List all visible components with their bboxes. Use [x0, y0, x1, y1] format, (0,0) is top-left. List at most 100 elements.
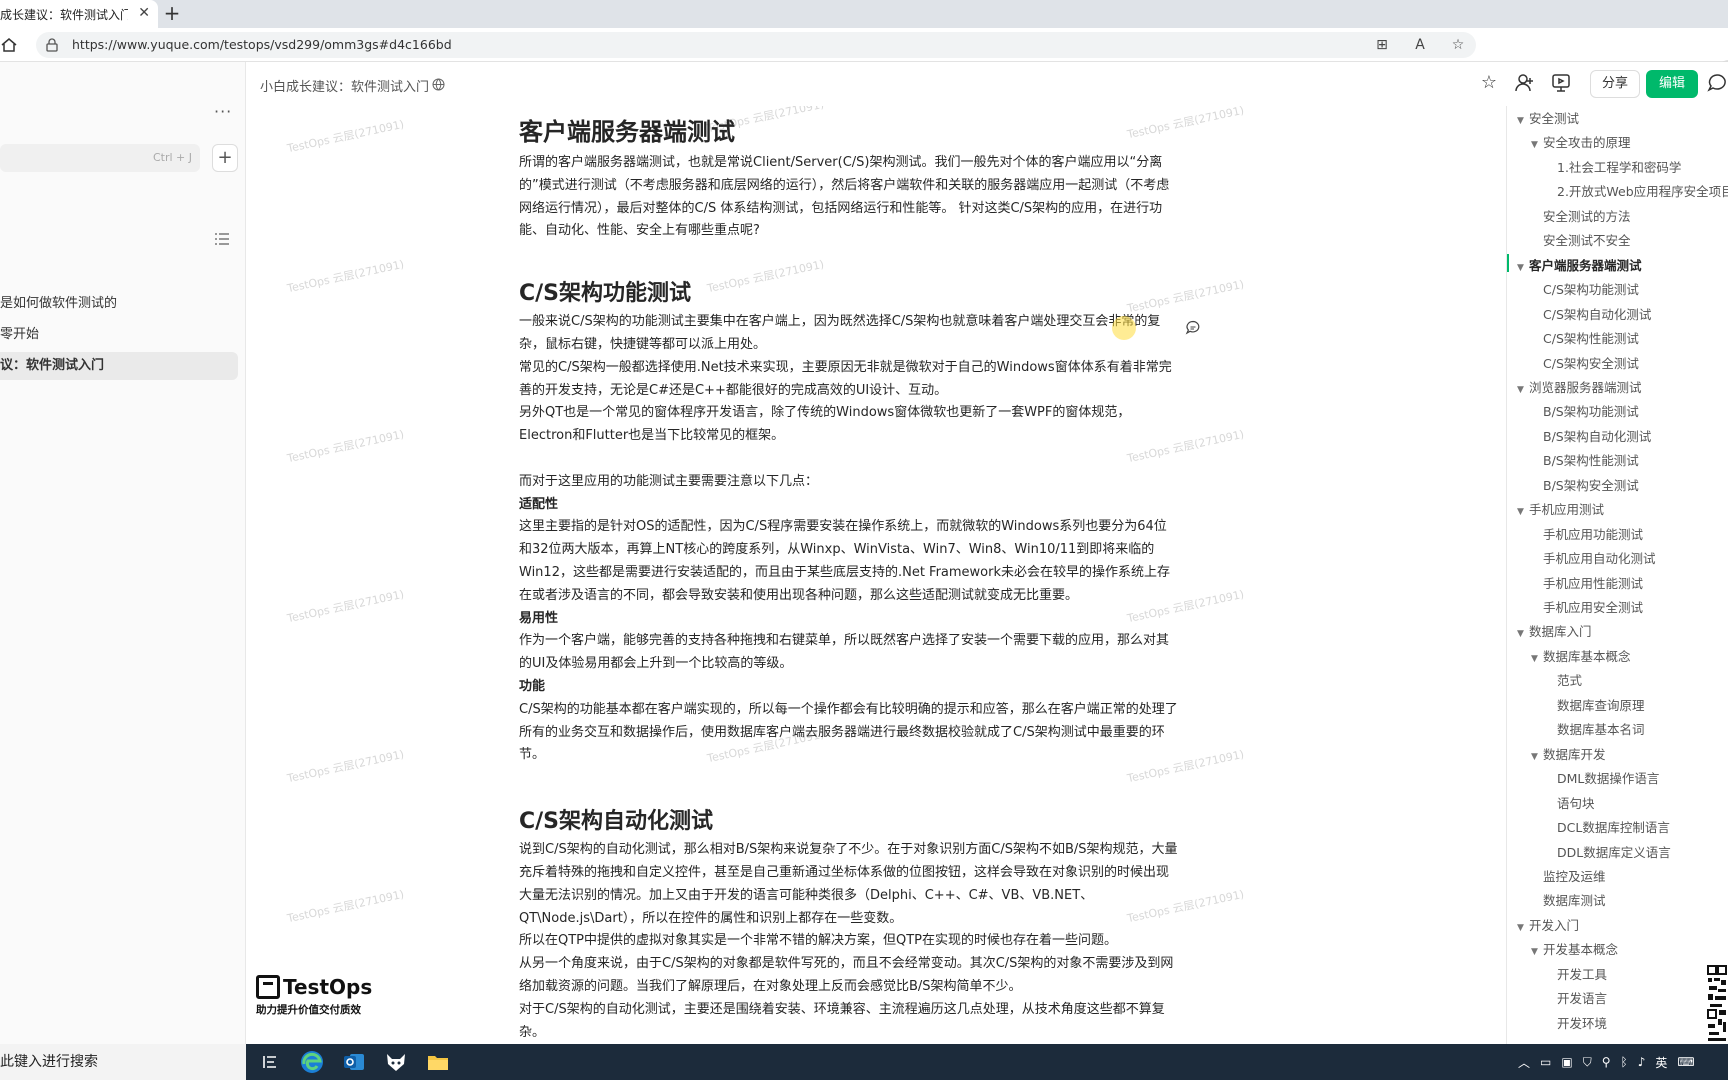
caret-down-icon[interactable]: ▼	[1517, 503, 1529, 521]
comment-icon[interactable]	[1706, 72, 1728, 94]
toc-item-label: 安全攻击的原理	[1543, 135, 1631, 151]
sidebar-search[interactable]: Ctrl + J	[0, 144, 200, 172]
paragraph-comment-icon[interactable]	[1185, 320, 1201, 336]
tray-keyboard-icon[interactable]: ⌨	[1677, 1055, 1694, 1069]
url-field[interactable]: https://www.yuque.com/testops/vsd299/omm…	[36, 32, 1476, 58]
toc-item[interactable]: C/S架构功能测试	[1543, 281, 1639, 299]
toc-item[interactable]: 手机应用自动化测试	[1543, 550, 1656, 568]
star-icon[interactable]: ☆	[1478, 72, 1500, 94]
task-view-icon[interactable]	[256, 1048, 284, 1076]
toc-item[interactable]: ▼ 数据库入门	[1517, 623, 1592, 643]
outline-list-icon[interactable]	[214, 232, 230, 246]
caret-down-icon[interactable]: ▼	[1517, 919, 1529, 937]
toc-item[interactable]: C/S架构安全测试	[1543, 355, 1639, 373]
toc-item[interactable]: 数据库测试	[1543, 892, 1606, 910]
file-explorer-icon[interactable]	[424, 1048, 452, 1076]
new-tab-button[interactable]: +	[161, 3, 183, 25]
toc-item[interactable]: 2.开放式Web应用程序安全项目	[1557, 183, 1728, 201]
toc-item[interactable]: ▼ 客户端服务器端测试	[1517, 257, 1642, 277]
add-doc-button[interactable]: +	[212, 144, 238, 172]
url-actions: ⊞ A ☆	[1372, 35, 1468, 55]
toc-item[interactable]: B/S架构自动化测试	[1543, 428, 1651, 446]
subheading-adaptability: 适配性	[519, 496, 559, 512]
home-icon[interactable]	[0, 36, 18, 54]
toc-item[interactable]: 范式	[1557, 672, 1582, 690]
toc-item[interactable]: B/S架构性能测试	[1543, 452, 1639, 470]
tab-close-icon[interactable]: ✕	[138, 5, 150, 21]
toc-item-label: 2.开放式Web应用程序安全项目	[1557, 184, 1728, 200]
more-options-icon[interactable]: ···	[214, 102, 232, 121]
toc-item[interactable]: ▼ 浏览器服务器端测试	[1517, 379, 1642, 399]
qr-code-icon[interactable]	[1706, 964, 1728, 1044]
sidebar-item[interactable]: 零开始	[0, 321, 238, 349]
toc-item[interactable]: B/S架构功能测试	[1543, 403, 1639, 421]
caret-down-icon[interactable]: ▼	[1531, 136, 1543, 154]
present-icon[interactable]	[1550, 72, 1572, 94]
toc-item[interactable]: DDL数据库定义语言	[1557, 844, 1671, 862]
toc-item[interactable]: ▼ 数据库基本概念	[1531, 648, 1631, 668]
edit-button[interactable]: 编辑	[1646, 70, 1698, 98]
toc-item[interactable]: 手机应用性能测试	[1543, 575, 1643, 593]
toc-item[interactable]: ▼ 开发入门	[1517, 917, 1579, 937]
toc-item[interactable]: 1.社会工程学和密码学	[1557, 159, 1681, 177]
toc-item-label: 开发基本概念	[1543, 942, 1619, 958]
toc-item[interactable]: 开发环境	[1557, 1015, 1607, 1033]
share-button[interactable]: 分享	[1590, 70, 1640, 98]
tray-security-icon[interactable]: ⛉	[1583, 1055, 1592, 1070]
sidebar-item[interactable]: 是如何做软件测试的	[0, 290, 238, 318]
lock-icon[interactable]	[46, 38, 58, 52]
toc-item[interactable]: 数据库查询原理	[1557, 697, 1645, 715]
tray-search-icon[interactable]: ⚲	[1602, 1055, 1611, 1069]
toc-item[interactable]: 安全测试的方法	[1543, 208, 1631, 226]
toc-item[interactable]: C/S架构性能测试	[1543, 330, 1639, 348]
table-of-contents: ▼ 安全测试 ▼ 安全攻击的原理 1.社会工程学和密码学 2.开放式Web应用程序安全项目…	[1506, 106, 1728, 1044]
add-collaborator-icon[interactable]	[1514, 72, 1536, 94]
sidebar-item-active[interactable]: 议：软件测试入门	[0, 352, 238, 380]
caret-down-icon[interactable]: ▼	[1531, 748, 1543, 766]
toc-item[interactable]: 手机应用安全测试	[1543, 599, 1643, 617]
toc-item-label: C/S架构自动化测试	[1543, 306, 1652, 322]
tray-network-icon[interactable]: ▭	[1540, 1055, 1551, 1069]
breadcrumb[interactable]: 小白成长建议：软件测试入门	[260, 76, 429, 95]
toc-item-label: 数据库基本概念	[1543, 648, 1631, 664]
caret-down-icon[interactable]: ▼	[1531, 650, 1543, 668]
toc-item[interactable]: DCL数据库控制语言	[1557, 819, 1670, 837]
toc-item[interactable]: 安全测试不安全	[1543, 232, 1631, 250]
read-aloud-icon[interactable]: A	[1410, 35, 1430, 55]
toc-item-label: 安全测试不安全	[1543, 233, 1631, 249]
taskbar-search[interactable]: 此键入进行搜索	[0, 1044, 246, 1080]
toc-item[interactable]: ▼ 手机应用测试	[1517, 501, 1604, 521]
tray-bluetooth-icon[interactable]: ᛒ	[1621, 1055, 1628, 1069]
caret-down-icon[interactable]: ▼	[1531, 943, 1543, 961]
toc-item-label: B/S架构自动化测试	[1543, 428, 1652, 444]
toc-item[interactable]: 语句块	[1557, 795, 1595, 813]
toc-item[interactable]: 数据库基本名词	[1557, 721, 1645, 739]
app-fox-icon[interactable]	[382, 1048, 410, 1076]
outlook-icon[interactable]	[340, 1048, 368, 1076]
toc-item[interactable]: DML数据操作语言	[1557, 770, 1659, 788]
toc-item[interactable]: ▼ 安全攻击的原理	[1531, 134, 1631, 154]
toc-item[interactable]: 开发工具	[1557, 966, 1607, 984]
toc-item[interactable]: 监控及运维	[1543, 868, 1606, 886]
edge-browser-icon[interactable]	[298, 1048, 326, 1076]
tray-ime-indicator[interactable]: 英	[1655, 1054, 1667, 1071]
browser-tab[interactable]: 成长建议：软件测试入门 ✕	[0, 0, 158, 28]
toc-item-label: C/S架构安全测试	[1543, 355, 1639, 371]
favorite-star-icon[interactable]: ☆	[1448, 35, 1468, 55]
caret-down-icon[interactable]: ▼	[1517, 259, 1529, 277]
app-available-icon[interactable]: ⊞	[1372, 35, 1392, 55]
tray-device-icon[interactable]: ▣	[1561, 1055, 1572, 1069]
toc-item[interactable]: C/S架构自动化测试	[1543, 306, 1651, 324]
caret-down-icon[interactable]: ▼	[1517, 625, 1529, 643]
caret-down-icon[interactable]: ▼	[1517, 381, 1529, 399]
toc-item[interactable]: ▼ 数据库开发	[1531, 746, 1606, 766]
caret-down-icon[interactable]: ▼	[1517, 112, 1529, 130]
toc-item[interactable]: 开发语言	[1557, 990, 1607, 1008]
address-bar-row: https://www.yuque.com/testops/vsd299/omm…	[0, 28, 1728, 86]
toc-item[interactable]: 手机应用功能测试	[1543, 526, 1643, 544]
tray-expand-icon[interactable]: ︿	[1518, 1054, 1530, 1071]
tray-volume-icon[interactable]: ♪	[1638, 1055, 1646, 1069]
toc-item[interactable]: B/S架构安全测试	[1543, 477, 1639, 495]
toc-item[interactable]: ▼ 安全测试	[1517, 110, 1579, 130]
toc-item[interactable]: ▼ 开发基本概念	[1531, 941, 1618, 961]
